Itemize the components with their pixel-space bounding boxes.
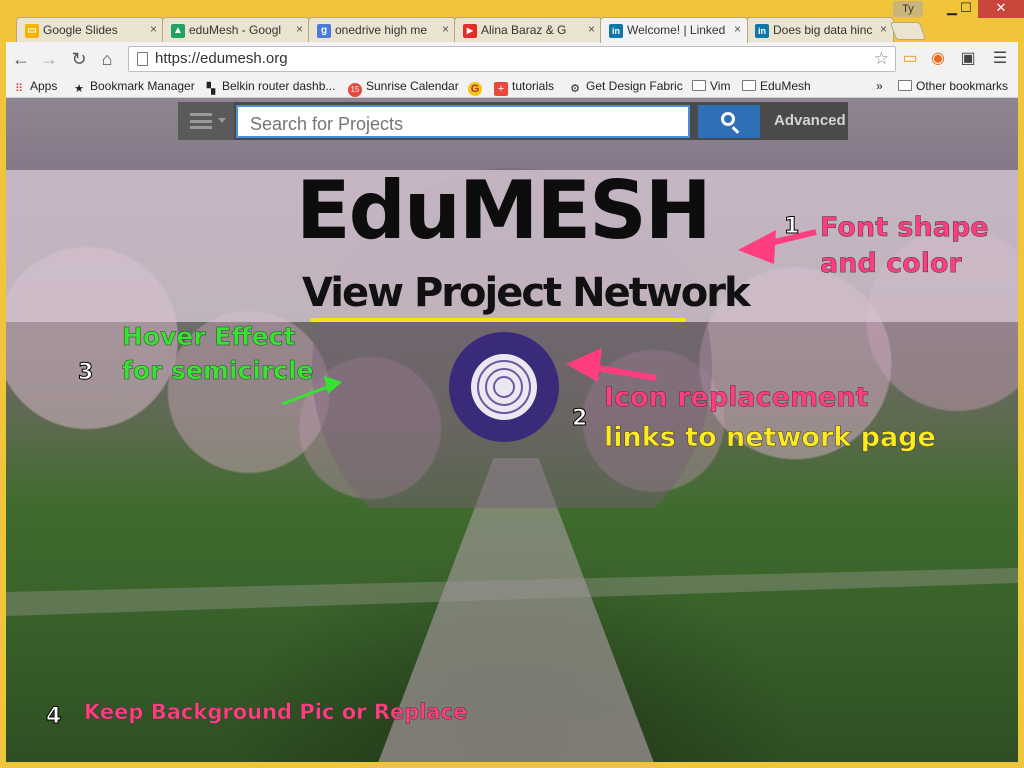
web-page: Advanced EduMESH View Project Network 1 …: [6, 98, 1018, 762]
linkedin-icon: in: [755, 24, 769, 38]
annotation-1-line-1: Font shape: [820, 212, 989, 244]
new-tab-button[interactable]: [889, 22, 927, 40]
bookmark-tutorials[interactable]: + tutorials: [494, 79, 554, 96]
close-tab-icon[interactable]: ×: [442, 22, 449, 36]
close-tab-icon[interactable]: ×: [880, 22, 887, 36]
tab-google-slides[interactable]: ▭ Google Slides ×: [16, 17, 164, 43]
tab-strip: ▭ Google Slides × ▲ eduMesh - Googl × g …: [0, 0, 1024, 43]
advanced-search-link[interactable]: Advanced: [774, 112, 846, 129]
linkedin-icon: in: [609, 24, 623, 38]
bookmark-g[interactable]: G: [468, 79, 486, 96]
apps-grid-icon: ⠿: [14, 83, 24, 95]
star-icon: ★: [74, 83, 84, 95]
folder-icon: [742, 80, 756, 91]
extension-folder-icon[interactable]: ▭: [900, 49, 920, 69]
belkin-icon: ▚: [206, 83, 216, 95]
network-icon-inner: [471, 354, 537, 420]
slides-icon: ▭: [25, 24, 39, 38]
plus-square-icon: +: [494, 82, 508, 96]
bookmark-label: Apps: [30, 79, 58, 93]
forward-arrow-icon[interactable]: →: [38, 48, 60, 70]
annotation-2-line-1: Icon replacement: [604, 382, 869, 414]
back-arrow-icon[interactable]: ←: [10, 48, 32, 70]
tab-edumesh-drive[interactable]: ▲ eduMesh - Googl ×: [162, 17, 310, 43]
annotation-2-line-2: links to network page: [604, 422, 936, 454]
bookmark-other[interactable]: Other bookmarks: [898, 79, 1008, 93]
tab-onedrive-search[interactable]: g onedrive high me ×: [308, 17, 456, 43]
bookmark-folder-edumesh[interactable]: EduMesh: [742, 79, 811, 93]
url-text: https://edumesh.org: [155, 50, 288, 67]
bookmark-manager[interactable]: ★ Bookmark Manager: [72, 79, 195, 96]
search-icon: [721, 112, 735, 126]
site-search-bar: Advanced: [178, 102, 848, 140]
close-window-button[interactable]: ✕: [978, 0, 1024, 18]
tab-label: Alina Baraz & G: [481, 23, 567, 37]
view-project-network-link[interactable]: View Project Network: [302, 270, 751, 316]
annotation-3-line-2: for semicircle: [122, 356, 314, 386]
bookmark-belkin[interactable]: ▚ Belkin router dashb...: [204, 79, 336, 96]
subtitle-underline: [310, 318, 686, 322]
bookmark-sunrise[interactable]: 15 Sunrise Calendar: [348, 79, 459, 97]
browser-toolbar: ← → ↻ ⌂ https://edumesh.org ☆ ▭ ◉ ▣ ☰: [6, 42, 1018, 76]
annotation-1-line-2: and color: [820, 248, 962, 280]
bookmark-label: tutorials: [512, 79, 555, 93]
bookmark-label: Sunrise Calendar: [366, 79, 459, 93]
tab-label: eduMesh - Googl: [189, 23, 282, 37]
tab-label: Does big data hinc: [773, 23, 873, 37]
browser-window: ▭ Google Slides × ▲ eduMesh - Googl × g …: [0, 0, 1024, 768]
bookmark-star-icon[interactable]: ☆: [874, 49, 889, 69]
extension-ring-icon[interactable]: ◉: [928, 49, 948, 69]
page-icon: [137, 52, 148, 66]
bookmark-label: Other bookmarks: [916, 79, 1009, 93]
gear-icon: ⚙: [570, 83, 580, 95]
tab-label: Google Slides: [43, 23, 118, 37]
cast-icon[interactable]: ▣: [958, 49, 978, 69]
bookmark-apps[interactable]: ⠿ Apps: [12, 79, 57, 96]
tab-linkedin-big-data[interactable]: in Does big data hinc ×: [746, 17, 894, 43]
g-circle-icon: G: [468, 82, 482, 96]
tab-youtube[interactable]: ▶ Alina Baraz & G ×: [454, 17, 602, 43]
close-tab-icon[interactable]: ×: [150, 22, 157, 36]
bookmark-label: Bookmark Manager: [90, 79, 195, 93]
bookmark-label: Belkin router dashb...: [222, 79, 336, 93]
annotation-4-line-1: Keep Background Pic or Replace: [84, 700, 468, 725]
close-tab-icon[interactable]: ×: [296, 22, 303, 36]
network-icon[interactable]: [449, 332, 559, 442]
bookmark-folder-vim[interactable]: Vim: [692, 79, 730, 93]
tab-label: onedrive high me: [335, 23, 428, 37]
reload-icon[interactable]: ↻: [68, 48, 90, 70]
annotation-number-2: 2: [571, 406, 588, 432]
user-profile-badge[interactable]: Ty: [893, 1, 923, 17]
site-brand-title: EduMESH: [296, 164, 712, 257]
close-tab-icon[interactable]: ×: [588, 22, 595, 36]
site-menu-button[interactable]: [178, 102, 234, 140]
home-icon[interactable]: ⌂: [96, 48, 118, 70]
bookmark-label: Get Design Fabric: [586, 79, 683, 93]
hamburger-icon: [190, 113, 212, 129]
annotation-3-line-1: Hover Effect: [122, 322, 296, 352]
bookmarks-bar: ⠿ Apps ★ Bookmark Manager ▚ Belkin router d…: [6, 76, 1018, 98]
project-search-input[interactable]: [236, 105, 690, 138]
folder-icon: [898, 80, 912, 91]
tab-label: Welcome! | Linked: [627, 23, 726, 37]
bookmark-label: EduMesh: [760, 79, 811, 93]
sunrise-icon: 15: [348, 83, 362, 97]
bookmark-design-fabric[interactable]: ⚙ Get Design Fabric: [568, 79, 683, 96]
menu-icon[interactable]: ☰: [990, 49, 1010, 69]
annotation-number-1: 1: [783, 214, 800, 240]
bookmarks-overflow-chevron[interactable]: »: [876, 79, 883, 93]
bookmark-label: Vim: [710, 79, 731, 93]
youtube-icon: ▶: [463, 24, 477, 38]
tab-linkedin-welcome[interactable]: in Welcome! | Linked ×: [600, 17, 748, 43]
google-icon: g: [317, 24, 331, 38]
folder-icon: [692, 80, 706, 91]
drive-icon: ▲: [171, 24, 185, 38]
annotation-number-4: 4: [45, 704, 62, 730]
annotation-number-3: 3: [77, 360, 94, 386]
close-tab-icon[interactable]: ×: [734, 22, 741, 36]
network-ring: [493, 376, 515, 398]
address-bar[interactable]: https://edumesh.org ☆: [128, 46, 896, 72]
chevron-down-icon: [218, 118, 226, 123]
search-button[interactable]: [698, 105, 760, 138]
